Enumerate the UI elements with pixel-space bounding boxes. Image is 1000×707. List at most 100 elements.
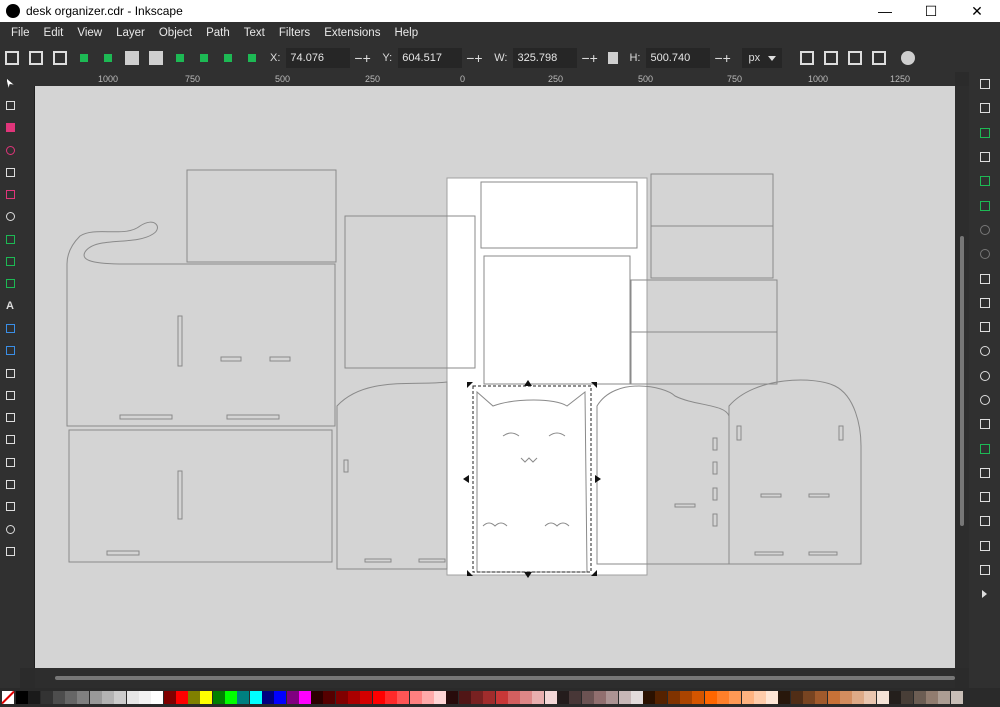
- menu-filters[interactable]: Filters: [272, 22, 317, 44]
- menu-help[interactable]: Help: [387, 22, 425, 44]
- zoom-drawing-button[interactable]: [969, 364, 1000, 388]
- color-swatch[interactable]: [421, 691, 434, 704]
- 3dbox-tool[interactable]: [0, 183, 20, 205]
- mesh-tool[interactable]: [0, 340, 20, 362]
- color-swatch[interactable]: [409, 691, 422, 704]
- color-swatch[interactable]: [175, 691, 188, 704]
- color-swatch[interactable]: [495, 691, 508, 704]
- eraser-tool[interactable]: [0, 451, 20, 473]
- color-swatch[interactable]: [692, 691, 705, 704]
- flip-horizontal-icon[interactable]: [125, 51, 139, 65]
- color-swatch[interactable]: [569, 691, 582, 704]
- color-swatch[interactable]: [298, 691, 311, 704]
- color-swatch[interactable]: [618, 691, 631, 704]
- color-swatch[interactable]: [102, 691, 115, 704]
- rotate-cw-icon[interactable]: [104, 54, 112, 62]
- color-swatch[interactable]: [593, 691, 606, 704]
- color-swatch[interactable]: [212, 691, 225, 704]
- color-swatch[interactable]: [790, 691, 803, 704]
- color-swatch[interactable]: [65, 691, 78, 704]
- color-swatch[interactable]: [729, 691, 742, 704]
- color-swatch[interactable]: [360, 691, 373, 704]
- color-swatch[interactable]: [667, 691, 680, 704]
- gradient-tool[interactable]: [0, 317, 20, 339]
- pencil-tool[interactable]: [0, 250, 20, 272]
- zoom-selection-button[interactable]: [969, 339, 1000, 363]
- connector-tool[interactable]: [0, 473, 20, 495]
- color-swatch[interactable]: [323, 691, 336, 704]
- color-swatch[interactable]: [52, 691, 65, 704]
- selector-tool[interactable]: [0, 72, 20, 94]
- lower-icon[interactable]: [224, 54, 232, 62]
- flip-vertical-icon[interactable]: [149, 51, 163, 65]
- menu-extensions[interactable]: Extensions: [317, 22, 387, 44]
- color-swatch[interactable]: [864, 691, 877, 704]
- y-stepper[interactable]: −+: [466, 50, 488, 66]
- color-swatch[interactable]: [815, 691, 828, 704]
- color-swatch[interactable]: [470, 691, 483, 704]
- copy-button[interactable]: [969, 266, 1000, 290]
- color-swatch[interactable]: [766, 691, 779, 704]
- scroll-thumb[interactable]: [55, 676, 955, 680]
- transform-gradients-icon[interactable]: [848, 51, 863, 65]
- color-swatch[interactable]: [901, 691, 914, 704]
- redo-button[interactable]: [969, 242, 1000, 266]
- x-stepper[interactable]: −+: [354, 50, 376, 66]
- calligraphy-tool[interactable]: [0, 273, 20, 295]
- tweak-tool[interactable]: [0, 406, 20, 428]
- cut-button[interactable]: [969, 291, 1000, 315]
- menu-path[interactable]: Path: [199, 22, 237, 44]
- unlink-clone-button[interactable]: [969, 485, 1000, 509]
- menu-edit[interactable]: Edit: [37, 22, 71, 44]
- menu-view[interactable]: View: [70, 22, 109, 44]
- color-swatch[interactable]: [138, 691, 151, 704]
- menu-text[interactable]: Text: [237, 22, 272, 44]
- color-swatch[interactable]: [741, 691, 754, 704]
- text-tool[interactable]: A: [0, 295, 20, 317]
- color-swatch[interactable]: [913, 691, 926, 704]
- scale-stroke-icon[interactable]: [800, 51, 815, 65]
- color-swatch[interactable]: [397, 691, 410, 704]
- export-button[interactable]: [969, 193, 1000, 217]
- color-swatch[interactable]: [630, 691, 643, 704]
- color-swatch[interactable]: [335, 691, 348, 704]
- raise-to-top-icon[interactable]: [176, 54, 184, 62]
- select-all-layers-icon[interactable]: [29, 51, 43, 65]
- color-swatch[interactable]: [950, 691, 963, 704]
- menu-object[interactable]: Object: [152, 22, 199, 44]
- color-swatch[interactable]: [581, 691, 594, 704]
- color-swatch[interactable]: [126, 691, 139, 704]
- color-swatch[interactable]: [16, 691, 28, 704]
- color-swatch[interactable]: [151, 691, 164, 704]
- color-swatch[interactable]: [384, 691, 397, 704]
- color-swatch[interactable]: [89, 691, 102, 704]
- rect-tool[interactable]: [0, 117, 20, 139]
- pages-tool[interactable]: [0, 540, 20, 562]
- color-swatch[interactable]: [348, 691, 361, 704]
- color-swatch[interactable]: [446, 691, 459, 704]
- color-swatch[interactable]: [261, 691, 274, 704]
- color-swatch[interactable]: [532, 691, 545, 704]
- color-swatch[interactable]: [925, 691, 938, 704]
- color-swatch[interactable]: [680, 691, 693, 704]
- ellipse-tool[interactable]: [0, 139, 20, 161]
- deselect-icon[interactable]: [53, 51, 67, 65]
- color-swatch[interactable]: [889, 691, 902, 704]
- color-swatch[interactable]: [704, 691, 717, 704]
- measure-tool[interactable]: [0, 496, 20, 518]
- clone-button[interactable]: [969, 461, 1000, 485]
- fill-stroke-button[interactable]: [969, 558, 1000, 582]
- menu-file[interactable]: File: [4, 22, 37, 44]
- color-swatch[interactable]: [188, 691, 201, 704]
- color-swatch[interactable]: [237, 691, 250, 704]
- maximize-button[interactable]: ☐: [908, 0, 954, 22]
- color-swatch[interactable]: [827, 691, 840, 704]
- dropper-tool[interactable]: [0, 362, 20, 384]
- color-swatch[interactable]: [483, 691, 496, 704]
- pen-tool[interactable]: [0, 228, 20, 250]
- color-swatch[interactable]: [163, 691, 176, 704]
- color-swatch[interactable]: [311, 691, 324, 704]
- y-input[interactable]: 604.517: [398, 48, 463, 68]
- scale-corners-icon[interactable]: [824, 51, 839, 65]
- zoom-tool[interactable]: [0, 518, 20, 540]
